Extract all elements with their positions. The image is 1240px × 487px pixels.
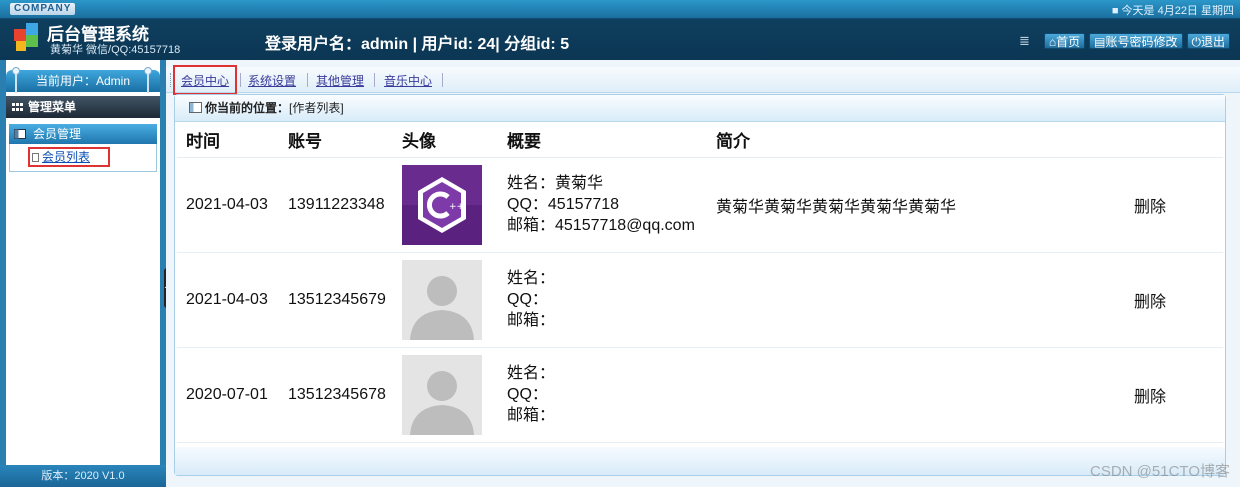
summary-qq: QQ： — [507, 291, 548, 308]
breadcrumb: 你当前的位置：[作者列表] — [175, 95, 1225, 122]
member-submenu: 会员列表 — [9, 144, 157, 172]
version-label: 版本：2020 V1.0 — [0, 465, 166, 487]
company-badge: COMPANY — [10, 3, 76, 15]
summary-name: 姓名：黄菊华 — [507, 175, 604, 192]
summary-name: 姓名： — [507, 365, 556, 382]
home-button[interactable]: ⌂首页 — [1043, 33, 1086, 49]
breadcrumb-label: 你当前的位置： — [205, 101, 290, 115]
cell-summary: 姓名： QQ： 邮箱： — [498, 347, 707, 443]
watermark: CSDN @51CTO博客 — [1090, 463, 1230, 480]
date-display: ■ 今天是 4月22日 星期四 — [1111, 5, 1234, 17]
tab-bar: 会员中心 系统设置 其他管理 音乐中心 — [166, 65, 1240, 95]
window-icon — [189, 102, 202, 113]
default-user-icon — [402, 259, 482, 340]
table-row: 2021-04-03 13911223348 ++ 姓名：黄菊华 QQ：4515… — [177, 157, 1223, 253]
breadcrumb-value: [作者列表] — [289, 101, 344, 115]
delete-link[interactable]: 删除 — [1125, 347, 1223, 443]
top-header: COMPANY ■ 今天是 4月22日 星期四 后台管理系统 黄菊华 微信/QQ… — [0, 0, 1240, 60]
cpp-logo-icon: ++ — [402, 164, 482, 245]
column-header-intro: 简介 — [707, 123, 1125, 158]
cell-avatar — [393, 252, 498, 348]
pin-icon — [12, 67, 20, 93]
cell-account: 13512345678 — [279, 347, 393, 443]
tab-divider — [374, 73, 375, 87]
default-user-icon — [402, 354, 482, 435]
cell-avatar: ++ — [393, 157, 498, 253]
book-icon — [14, 129, 26, 139]
delete-link[interactable]: 删除 — [1125, 252, 1223, 348]
cell-time: 2020-07-01 — [177, 347, 279, 443]
cell-intro — [707, 252, 1125, 348]
summary-email: 邮箱：45157718@qq.com — [507, 217, 695, 234]
sidebar: 当前用户：Admin 管理菜单 会员管理 会员列表 版本：2020 V1.0 — [0, 60, 166, 487]
cell-avatar — [393, 347, 498, 443]
cell-account: 13512345679 — [279, 252, 393, 348]
cell-time: 2021-04-03 — [177, 157, 279, 253]
column-header-action — [1125, 123, 1223, 158]
logout-button[interactable]: ⏻退出 — [1186, 33, 1230, 49]
cell-summary: 姓名： QQ： 邮箱： — [498, 252, 707, 348]
app-logo-icon — [14, 23, 38, 51]
cell-summary: 姓名：黄菊华 QQ：45157718 邮箱：45157718@qq.com — [498, 157, 707, 253]
pin-icon — [144, 67, 152, 93]
header-buttons: ≣ ⌂首页 ▤账号密码修改 ⏻退出 — [1019, 33, 1230, 49]
sidebar-section-member-management[interactable]: 会员管理 — [9, 124, 157, 144]
cell-intro: 黄菊华黄菊华黄菊华黄菊华黄菊华 — [707, 157, 1125, 253]
member-table: 时间 账号 头像 概要 简介 2021-04-03 13911223348 ++… — [177, 123, 1223, 443]
tab-divider — [307, 73, 308, 87]
summary-email: 邮箱： — [507, 407, 556, 424]
table-header-row: 时间 账号 头像 概要 简介 — [177, 123, 1223, 158]
column-header-account: 账号 — [279, 123, 393, 158]
system-subtitle: 黄菊华 微信/QQ:45157718 — [50, 44, 181, 56]
cell-time: 2021-04-03 — [177, 252, 279, 348]
summary-qq: QQ：45157718 — [507, 196, 620, 213]
grid-icon — [12, 103, 23, 111]
column-header-avatar: 头像 — [393, 123, 498, 158]
column-header-summary: 概要 — [498, 123, 707, 158]
tab-divider — [442, 73, 443, 87]
main-area: 会员中心 系统设置 其他管理 音乐中心 你当前的位置：[作者列表] 时间 账号 … — [166, 60, 1240, 487]
panel-footer — [175, 447, 1225, 475]
summary-qq: QQ： — [507, 386, 548, 403]
management-menu-title: 管理菜单 — [28, 100, 77, 114]
tab-system-settings[interactable]: 系统设置 — [248, 72, 296, 89]
menu-lines-icon[interactable]: ≣ — [1019, 33, 1030, 49]
cell-intro — [707, 347, 1125, 443]
tab-other-management[interactable]: 其他管理 — [316, 72, 364, 89]
tab-divider — [240, 73, 241, 87]
cell-account: 13911223348 — [279, 157, 393, 253]
sidebar-item-member-list[interactable]: 会员列表 — [28, 147, 110, 167]
delete-link[interactable]: 删除 — [1125, 157, 1223, 253]
section-title: 会员管理 — [33, 127, 82, 141]
content-panel: 你当前的位置：[作者列表] 时间 账号 头像 概要 简介 2021-04-03 … — [174, 94, 1226, 476]
login-info: 登录用户名：admin | 用户id: 24| 分组id: 5 — [265, 36, 570, 53]
document-icon — [32, 153, 39, 162]
table-row: 2020-07-01 13512345678 姓名： QQ： 邮箱： 删除 — [177, 347, 1223, 443]
summary-email: 邮箱： — [507, 312, 556, 329]
change-password-button[interactable]: ▤账号密码修改 — [1089, 33, 1183, 49]
column-header-time: 时间 — [177, 123, 279, 158]
summary-name: 姓名： — [507, 270, 556, 287]
sidebar-item-label: 会员列表 — [42, 150, 91, 164]
table-row: 2021-04-03 13512345679 姓名： QQ： 邮箱： 删除 — [177, 252, 1223, 348]
tab-music-center[interactable]: 音乐中心 — [384, 72, 432, 89]
management-menu-header: 管理菜单 — [6, 96, 160, 118]
svg-text:++: ++ — [449, 202, 464, 212]
tab-member-center[interactable]: 会员中心 — [181, 72, 229, 89]
current-user-label: 当前用户：Admin — [6, 70, 160, 92]
